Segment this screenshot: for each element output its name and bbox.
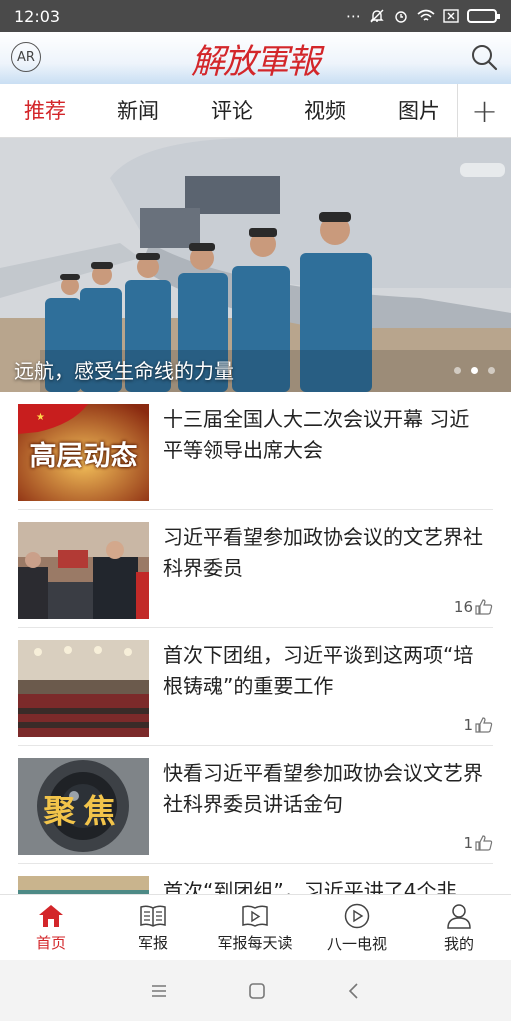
nav-tv[interactable]: 八一电视 — [306, 895, 408, 961]
thumbnail-label: 聚焦 — [43, 792, 124, 830]
tab-pictures[interactable]: 图片 — [398, 84, 440, 138]
news-item[interactable]: ★ 高层动态 十三届全国人大二次会议开幕 习近平等领导出席大会 — [0, 392, 511, 510]
category-tabs: 推荐 新闻 评论 视频 图片 + — [0, 84, 511, 138]
like-count[interactable]: 16 — [454, 598, 493, 616]
alarm-icon — [395, 11, 407, 23]
nav-label: 首页 — [35, 933, 66, 952]
news-thumbnail: ★ 高层动态 — [18, 404, 149, 501]
thumbnail-label: 高层动态 — [29, 441, 138, 472]
news-item[interactable]: 首次“到团组”，习近平讲了4个非 — [0, 864, 511, 894]
hero-image — [0, 138, 511, 392]
carousel-dot — [488, 367, 495, 374]
home-button-icon[interactable] — [248, 982, 266, 1000]
svg-text:★: ★ — [36, 412, 45, 423]
thumbs-up-icon — [475, 835, 493, 851]
like-count-value: 1 — [463, 716, 473, 734]
tab-comments[interactable]: 评论 — [211, 84, 253, 138]
tab-video[interactable]: 视频 — [304, 84, 346, 138]
add-tab-button[interactable]: + — [457, 84, 511, 138]
nav-daily-read[interactable]: 军报每天读 — [204, 895, 306, 961]
status-icons: ⋯ — [346, 7, 500, 25]
book-play-icon — [242, 904, 268, 927]
system-nav-bar — [0, 960, 511, 1021]
wifi-icon — [417, 9, 435, 21]
nav-label: 军报 — [137, 933, 168, 952]
hall-photo — [18, 640, 149, 737]
nav-label: 军报每天读 — [217, 933, 293, 952]
news-title: 首次“到团组”，习近平讲了4个非 — [163, 879, 457, 894]
news-title: 快看习近平看望参加政协会议文艺界社科界委员讲话金句 — [163, 761, 483, 816]
sim-off-icon — [443, 9, 459, 23]
meeting-photo — [18, 522, 149, 619]
news-item[interactable]: 首次下团组，习近平谈到这两项“培根铸魂”的重要工作 1 — [0, 628, 511, 746]
signal-icon: ⋯ — [346, 7, 361, 25]
thumbs-up-icon — [475, 599, 493, 615]
tab-news[interactable]: 新闻 — [117, 84, 159, 138]
carousel-dot-active — [471, 367, 478, 374]
ar-button[interactable]: AR — [11, 42, 41, 72]
nav-mine[interactable]: 我的 — [408, 895, 510, 961]
news-title: 习近平看望参加政协会议的文艺界社科界委员 — [163, 525, 483, 580]
back-icon[interactable] — [347, 982, 361, 1000]
home-icon — [39, 904, 63, 927]
menu-icon[interactable] — [150, 983, 168, 999]
user-icon — [447, 903, 471, 929]
mute-bell-icon — [370, 9, 384, 23]
news-title: 十三届全国人大二次会议开幕 习近平等领导出席大会 — [163, 407, 470, 462]
status-time: 12:03 — [14, 6, 61, 26]
nav-label: 八一电视 — [326, 934, 387, 953]
status-bar: 12:03 ⋯ — [0, 0, 511, 32]
news-thumbnail — [18, 640, 149, 737]
news-title: 首次下团组，习近平谈到这两项“培根铸魂”的重要工作 — [163, 643, 474, 698]
hero-carousel[interactable]: 远航，感受生命线的力量 — [0, 138, 511, 392]
battery-icon — [467, 9, 500, 23]
nav-newspaper[interactable]: 军报 — [102, 895, 204, 961]
newspaper-icon — [140, 904, 166, 927]
search-icon[interactable] — [469, 42, 499, 72]
nav-label: 我的 — [443, 934, 474, 953]
app-logo: 解放軍報 — [191, 41, 321, 82]
thumbs-up-icon — [475, 717, 493, 733]
hero-caption: 远航，感受生命线的力量 — [14, 359, 234, 383]
like-count[interactable]: 1 — [463, 834, 493, 852]
carousel-indicator — [454, 367, 495, 374]
like-count[interactable]: 1 — [463, 716, 493, 734]
news-thumbnail — [18, 522, 149, 619]
partial-thumbnail — [18, 876, 149, 894]
news-item[interactable]: 聚焦 快看习近平看望参加政协会议文艺界社科界委员讲话金句 1 — [0, 746, 511, 864]
like-count-value: 16 — [453, 598, 473, 616]
news-thumbnail — [18, 876, 149, 894]
bottom-nav: 首页 军报 军报每天读 八一电视 我的 — [0, 894, 511, 960]
play-circle-icon — [344, 903, 370, 928]
news-list: ★ 高层动态 十三届全国人大二次会议开幕 习近平等领导出席大会 习近平看望参加政… — [0, 392, 511, 894]
like-count-value: 1 — [463, 834, 473, 852]
carousel-dot — [454, 367, 461, 374]
news-item[interactable]: 习近平看望参加政协会议的文艺界社科界委员 16 — [0, 510, 511, 628]
news-thumbnail: 聚焦 — [18, 758, 149, 855]
tab-recommend[interactable]: 推荐 — [24, 84, 66, 138]
nav-home[interactable]: 首页 — [0, 895, 102, 961]
app-header: AR 解放軍報 — [0, 32, 511, 84]
